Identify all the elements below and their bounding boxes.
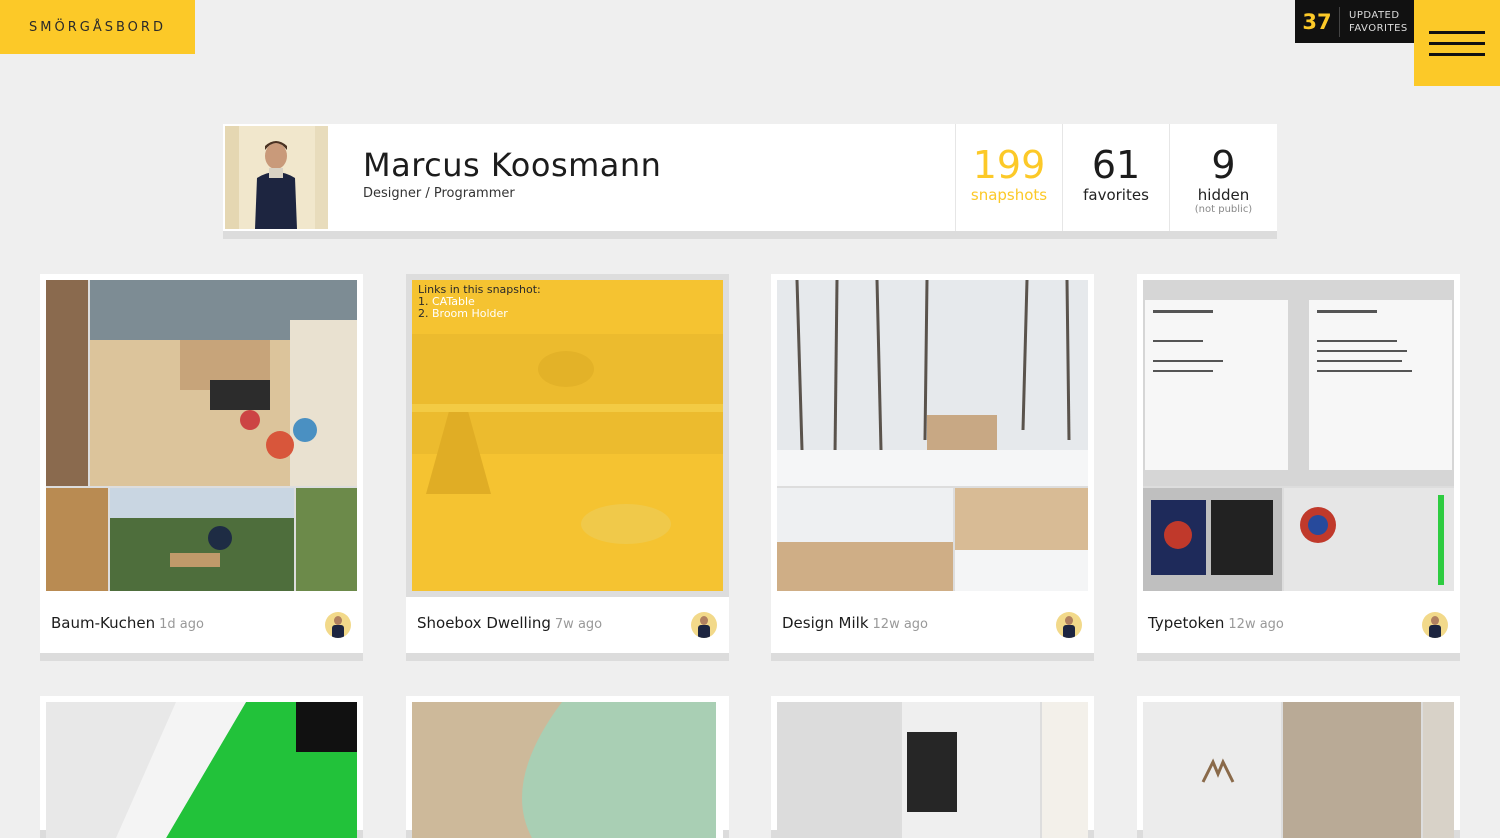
snapshot-links-overlay: Links in this snapshot: 1. CATable 2. Br… xyxy=(418,283,541,320)
snapshot-card[interactable] xyxy=(40,696,363,838)
snapshot-card[interactable]: Design Milk 12w ago xyxy=(771,274,1094,661)
snapshot-image-highlighted[interactable]: Links in this snapshot: 1. CATable 2. Br… xyxy=(406,274,729,597)
snapshot-age: 12w ago xyxy=(872,617,929,632)
updated-count: 37 xyxy=(1302,9,1332,34)
stat-hidden-sub: (not public) xyxy=(1194,204,1253,215)
stat-hidden-label: hidden xyxy=(1197,186,1250,204)
snapshot-title[interactable]: Typetoken xyxy=(1148,614,1224,632)
snapshot-footer: Baum-Kuchen 1d ago xyxy=(40,597,363,653)
author-avatar[interactable] xyxy=(1422,612,1448,638)
logo[interactable]: SMÖRGÅSBORD xyxy=(0,0,195,54)
author-avatar[interactable] xyxy=(691,612,717,638)
updated-label-line2: FAVORITES xyxy=(1349,22,1408,34)
snapshot-link[interactable]: Broom Holder xyxy=(432,307,508,320)
menu-icon-bar xyxy=(1429,52,1485,56)
snapshot-image[interactable] xyxy=(46,702,357,838)
profile-name: Marcus Koosmann xyxy=(363,146,662,184)
snapshot-card[interactable]: Baum-Kuchen 1d ago xyxy=(40,274,363,661)
snapshot-age: 7w ago xyxy=(554,617,603,632)
snapshot-card[interactable] xyxy=(771,696,1094,838)
profile-role: Designer / Programmer xyxy=(363,186,515,201)
snapshot-footer: Design Milk 12w ago xyxy=(771,597,1094,653)
stat-favorites-count: 61 xyxy=(1091,143,1141,187)
snapshot-title[interactable]: Baum-Kuchen xyxy=(51,614,155,632)
updated-label-line1: UPDATED xyxy=(1349,9,1400,21)
hamburger-menu-button[interactable] xyxy=(1414,0,1500,86)
snapshot-age: 1d ago xyxy=(159,617,204,632)
snapshot-image[interactable] xyxy=(1143,702,1454,838)
author-avatar[interactable] xyxy=(325,612,351,638)
stat-favorites[interactable]: 61 favorites xyxy=(1062,124,1169,231)
profile-avatar[interactable] xyxy=(225,126,328,229)
menu-icon xyxy=(1429,30,1485,34)
profile-card: Marcus Koosmann Designer / Programmer 19… xyxy=(223,124,1277,239)
snapshot-card[interactable]: Typetoken 12w ago xyxy=(1137,274,1460,661)
stat-snapshots-count: 199 xyxy=(972,143,1046,187)
stat-hidden-count: 9 xyxy=(1211,143,1236,187)
updated-favorites-button[interactable]: 37 UPDATED FAVORITES xyxy=(1295,0,1414,43)
snapshot-title[interactable]: Design Milk xyxy=(782,614,869,632)
snapshot-image[interactable] xyxy=(412,702,723,838)
snapshot-image[interactable] xyxy=(1143,280,1454,591)
snapshot-footer: Shoebox Dwelling 7w ago xyxy=(406,597,729,653)
snapshot-title[interactable]: Shoebox Dwelling xyxy=(417,614,551,632)
snapshot-age: 12w ago xyxy=(1228,617,1284,632)
snapshot-footer: Typetoken 12w ago xyxy=(1137,597,1460,653)
snapshot-card[interactable] xyxy=(406,696,729,838)
snapshot-image[interactable] xyxy=(46,280,357,591)
snapshot-image[interactable] xyxy=(777,702,1088,838)
menu-icon-bar xyxy=(1429,41,1485,45)
author-avatar[interactable] xyxy=(1056,612,1082,638)
stat-favorites-label: favorites xyxy=(1083,186,1149,204)
stat-snapshots[interactable]: 199 snapshots xyxy=(955,124,1062,231)
snapshot-image[interactable] xyxy=(777,280,1088,591)
stat-snapshots-label: snapshots xyxy=(970,186,1048,204)
updated-label: UPDATED FAVORITES xyxy=(1339,6,1408,37)
snapshot-card[interactable] xyxy=(1137,696,1460,838)
stat-hidden[interactable]: 9 hidden (not public) xyxy=(1169,124,1277,231)
snapshot-card[interactable]: Links in this snapshot: 1. CATable 2. Br… xyxy=(406,274,729,661)
